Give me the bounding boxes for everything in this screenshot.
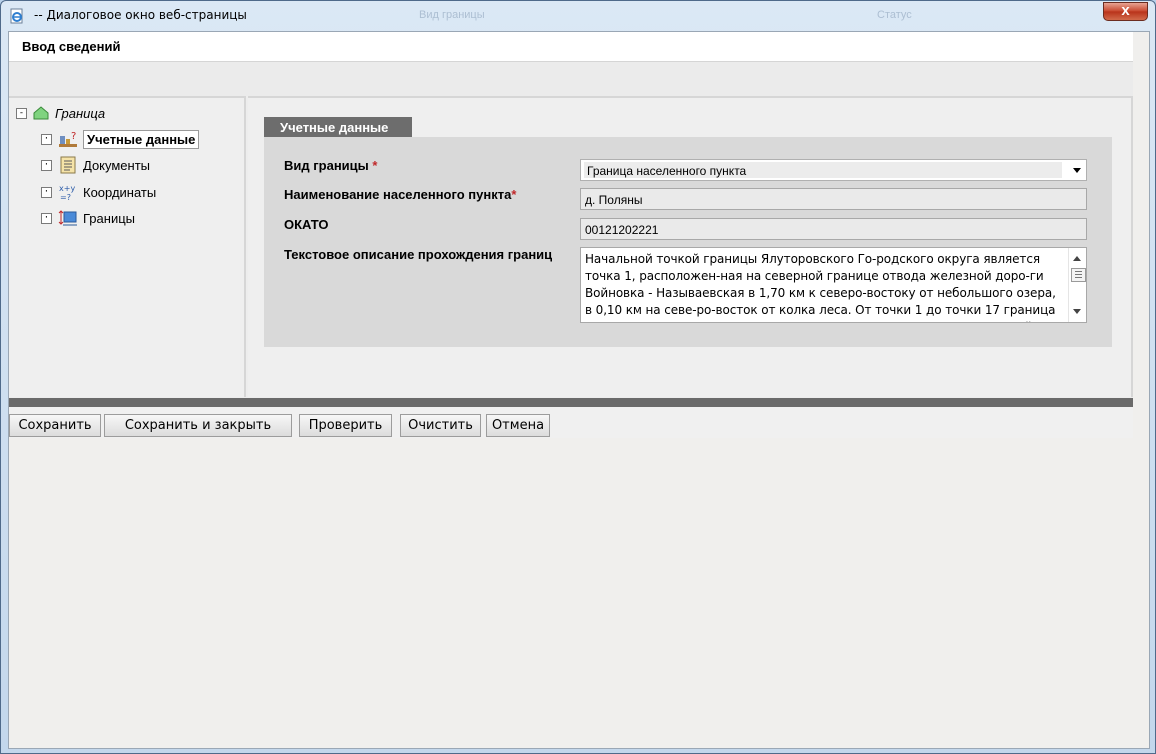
expand-toggle[interactable]: · — [41, 212, 52, 224]
settlement-name-field[interactable]: д. Поляны — [580, 188, 1087, 210]
page-title: Ввод сведений — [22, 39, 121, 54]
window-title: -- Диалоговое окно веб-страницы — [34, 8, 247, 22]
expand-toggle[interactable]: · — [41, 186, 52, 198]
section-tab: Учетные данные — [264, 117, 412, 137]
action-toolbar: Сохранить Сохранить и закрыть Проверить … — [9, 407, 1133, 438]
house-icon — [33, 106, 49, 120]
settlement-name-label: Наименование населенного пункта* — [284, 187, 516, 202]
tree-item-label: Границы — [83, 210, 135, 226]
title-bar[interactable]: -- Диалоговое окно веб-страницы Вид гран… — [1, 1, 1155, 31]
scroll-thumb[interactable] — [1071, 268, 1086, 282]
description-label: Текстовое описание прохождения границ — [284, 247, 553, 262]
tree-item-label: Координаты — [83, 184, 157, 200]
page-content: Ввод сведений - Граница · ? Учетные данн… — [9, 32, 1133, 438]
boundary-type-label-text: Вид границы — [284, 158, 369, 173]
vertical-scrollbar[interactable] — [1068, 248, 1086, 322]
documents-icon — [60, 156, 76, 174]
coordinates-icon: x+y =? — [59, 184, 75, 201]
svg-text:=?: =? — [60, 193, 71, 201]
scroll-up-icon[interactable] — [1073, 256, 1081, 261]
boundaries-icon — [58, 210, 77, 226]
clear-button[interactable]: Очистить — [400, 414, 481, 437]
close-button[interactable]: x — [1103, 2, 1148, 21]
required-mark: * — [372, 158, 378, 173]
page-header: Ввод сведений — [9, 32, 1133, 62]
svg-text:x+y: x+y — [59, 184, 75, 193]
form-box: Вид границы * Граница населенного пункта… — [264, 137, 1112, 347]
ie-page-icon — [10, 8, 23, 24]
accounting-icon: ? — [59, 131, 77, 147]
close-icon: x — [1121, 2, 1130, 19]
description-text: Начальной точкой границы Ялуторовского Г… — [585, 252, 1056, 322]
tree-item-boundaries[interactable]: · Границы — [41, 208, 135, 228]
boundary-type-value: Граница населенного пункта — [587, 164, 747, 178]
expand-toggle[interactable]: · — [41, 133, 52, 145]
save-button[interactable]: Сохранить — [9, 414, 101, 437]
boundary-type-label: Вид границы * — [284, 158, 377, 173]
settlement-name-value: д. Поляны — [585, 193, 643, 207]
tree-item-label: Учетные данные — [83, 129, 200, 149]
tree-item-accounting[interactable]: · ? Учетные данные — [41, 129, 200, 149]
toolbar-divider — [9, 398, 1133, 407]
required-mark: * — [511, 187, 517, 202]
okato-value: 00121202221 — [585, 223, 659, 237]
dialog-client-area: Ввод сведений - Граница · ? Учетные данн… — [8, 31, 1150, 749]
navigation-tree: - Граница · ? Учетные данные · Документы… — [9, 96, 246, 397]
tree-item-documents[interactable]: · Документы — [41, 155, 150, 175]
okato-label: ОКАТО — [284, 217, 329, 232]
settlement-name-label-text: Наименование населенного пункта — [284, 187, 512, 202]
tree-root[interactable]: - Граница — [16, 103, 105, 123]
tree-item-label: Документы — [83, 157, 151, 173]
tree-item-coordinates[interactable]: · x+y =? Координаты — [41, 182, 156, 202]
okato-field[interactable]: 00121202221 — [580, 218, 1087, 240]
cancel-button[interactable]: Отмена — [486, 414, 550, 437]
background-column-text: Вид границы — [419, 9, 485, 21]
description-textarea[interactable]: Начальной точкой границы Ялуторовского Г… — [580, 247, 1087, 323]
header-band — [9, 62, 1133, 96]
background-column-text: Статус — [877, 9, 912, 21]
chevron-down-icon[interactable] — [1073, 168, 1081, 173]
scroll-down-icon[interactable] — [1073, 309, 1081, 314]
save-and-close-button[interactable]: Сохранить и закрыть — [104, 414, 292, 437]
boundary-type-select[interactable]: Граница населенного пункта — [580, 159, 1087, 181]
tree-root-label: Граница — [55, 105, 106, 121]
content-panel: Учетные данные Вид границы * Граница нас… — [248, 96, 1133, 397]
dialog-window: -- Диалоговое окно веб-страницы Вид гран… — [0, 0, 1156, 754]
check-button[interactable]: Проверить — [299, 414, 392, 437]
svg-text:?: ? — [71, 131, 76, 142]
collapse-toggle[interactable]: - — [16, 107, 27, 119]
expand-toggle[interactable]: · — [41, 159, 52, 171]
